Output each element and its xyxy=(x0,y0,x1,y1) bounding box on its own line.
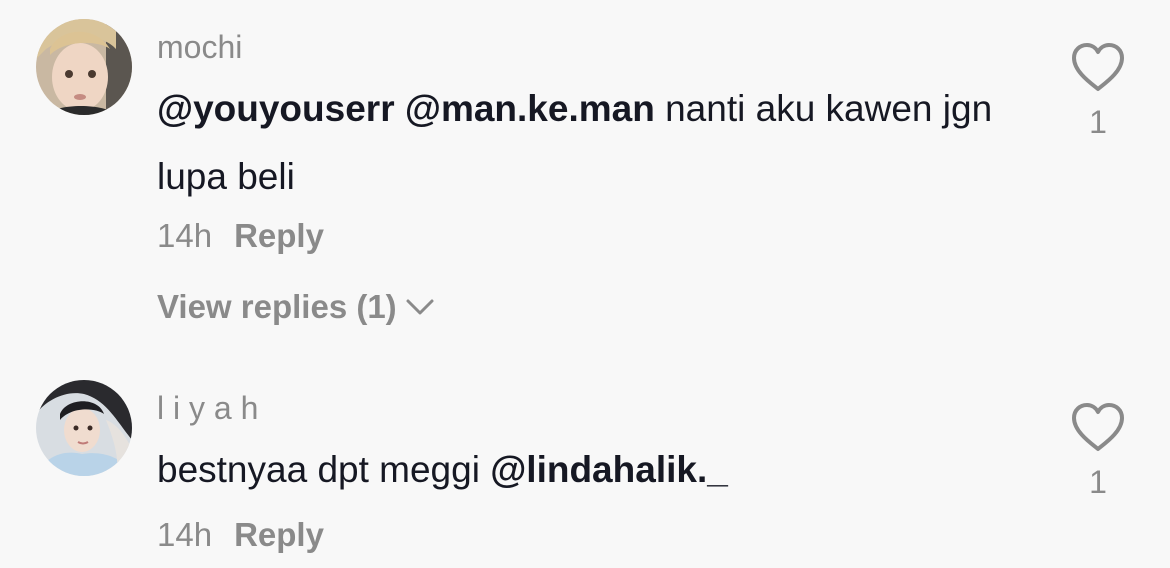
reply-button[interactable]: Reply xyxy=(234,217,324,254)
like-count: 1 xyxy=(1089,464,1107,500)
reply-button[interactable]: Reply xyxy=(234,516,324,553)
avatar-photo xyxy=(36,19,132,115)
avatar[interactable] xyxy=(36,380,132,476)
comment-text-content: bestnyaa dpt meggi xyxy=(157,449,480,490)
comment-meta: 14h Reply xyxy=(157,518,324,551)
mention-link[interactable]: @lindahalik._ xyxy=(490,449,728,490)
heart-outline-icon xyxy=(1072,43,1124,91)
chevron-down-icon xyxy=(406,299,434,314)
comment-username[interactable]: l i y a h xyxy=(157,392,258,424)
like-button[interactable] xyxy=(1070,402,1126,454)
comment-text: @youyouserr @man.ke.man nanti aku kawen … xyxy=(157,75,1017,211)
mention-link[interactable]: @youyouserr xyxy=(157,88,395,129)
mention-link[interactable]: @man.ke.man xyxy=(405,88,655,129)
view-replies-label: View replies (1) xyxy=(157,288,397,325)
comment-username[interactable]: mochi xyxy=(157,31,242,63)
comment-meta: 14h Reply xyxy=(157,219,324,252)
heart-outline-icon xyxy=(1072,403,1124,451)
view-replies-button[interactable]: View replies (1) xyxy=(157,290,435,323)
like-count: 1 xyxy=(1089,104,1107,140)
comment-timestamp: 14h xyxy=(157,217,213,254)
comment-text: bestnyaa dpt meggi @lindahalik._ xyxy=(157,436,1017,504)
comment-timestamp: 14h xyxy=(157,516,213,553)
like-button[interactable] xyxy=(1070,42,1126,94)
avatar[interactable] xyxy=(36,19,132,115)
avatar-photo xyxy=(36,380,132,476)
